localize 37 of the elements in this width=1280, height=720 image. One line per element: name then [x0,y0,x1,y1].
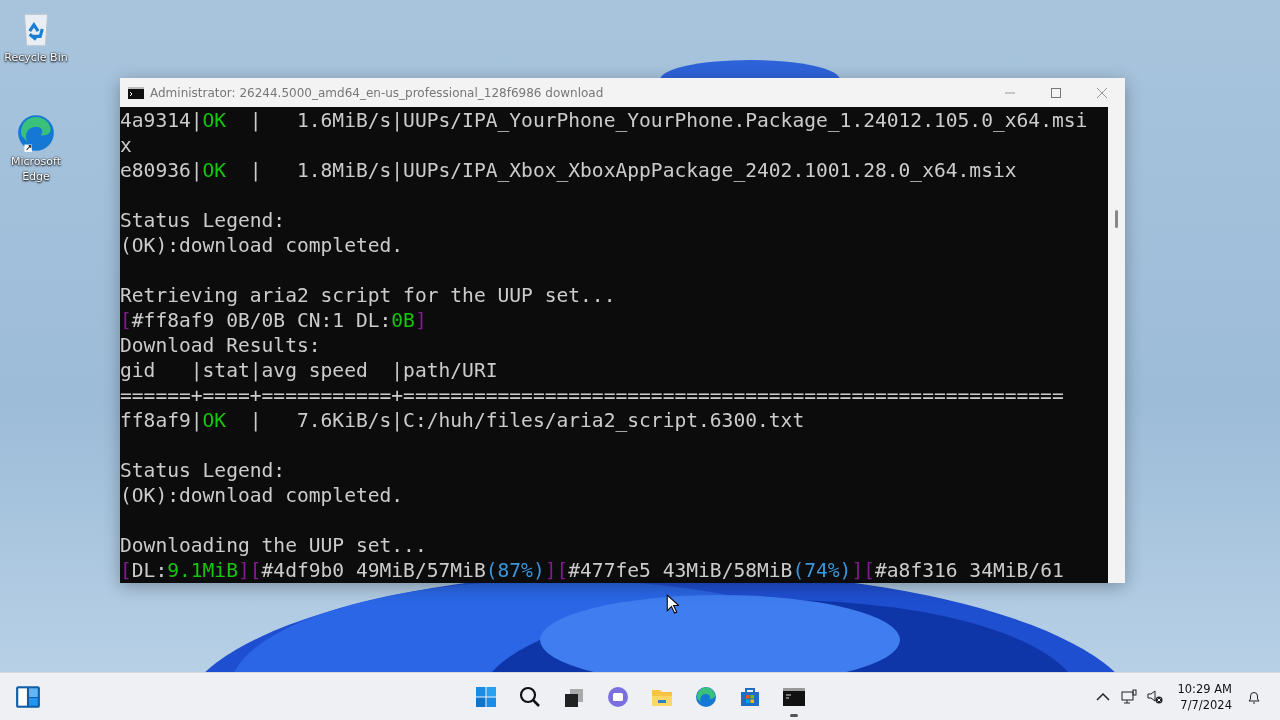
close-icon [1097,87,1107,98]
console-line: (OK):download completed. [120,483,404,508]
terminal-icon[interactable] [782,685,806,709]
console-line: x [120,133,132,158]
console-line: Status Legend: [120,208,286,233]
window-title: Administrator: 26244.5000_amd64_en-us_professional_128f6986 download [150,85,604,100]
store-icon[interactable] [738,685,762,709]
console-line: [DL:9.1MiB][#4df9b0 49MiB/57MiB(87%)][#477fe5 43MiB/58MiB(74%)][#a8f316 34MiB/61 [120,558,1064,583]
console-line: 4a9314|OK | 1.6MiB/s|UUPs/IPA_YourPhone_YourPhone.Package_1.24012.105.0_x64.msi [120,108,1088,133]
clock-date: 7/7/2024 [1180,696,1232,713]
console-line: [#ff8af9 0B/0B CN:1 DL:0B] [120,308,427,333]
console-line: gid |stat|avg speed |path/URI [120,358,498,383]
console-line: e80936|OK | 1.8MiB/s|UUPs/IPA_Xbox_XboxAppPackage_2402.1001.28.0_x64.msix [120,158,1017,183]
widgets-icon[interactable] [15,683,41,710]
speaker-muted-icon[interactable] [1147,688,1164,705]
network-icon[interactable] [1121,688,1138,705]
console-icon [128,86,144,99]
console-line: Download Results: [120,333,321,358]
maximize-icon [1051,87,1061,98]
scrollbar[interactable] [1108,107,1125,583]
console-line: ff8af9|OK | 7.6KiB/s|C:/huh/files/aria2_script.6300.txt [120,408,805,433]
browser-icon[interactable] [15,112,57,154]
console-line: Downloading the UUP set... [120,533,427,558]
clock-time: 10:29 AM [1177,680,1232,697]
browser-icon[interactable] [694,685,718,709]
console-line: Retrieving aria2 script for the UUP set... [120,283,616,308]
start-icon[interactable] [474,685,498,709]
console-line: ======+====+===========+======================================================== [120,383,1064,408]
console-line: (OK):download completed. [120,233,404,258]
scroll-thumb[interactable] [1115,210,1118,228]
mouse-cursor-icon [666,594,679,614]
chat-icon[interactable] [606,685,630,709]
clock[interactable]: 10:29 AM 7/7/2024 [1173,680,1236,713]
console-line: Status Legend: [120,458,286,483]
search-icon[interactable] [518,685,542,709]
desktop-icon-label[interactable]: Recycle Bin [4,50,68,65]
desktop-icon-label[interactable]: Microsoft Edge [4,154,68,184]
